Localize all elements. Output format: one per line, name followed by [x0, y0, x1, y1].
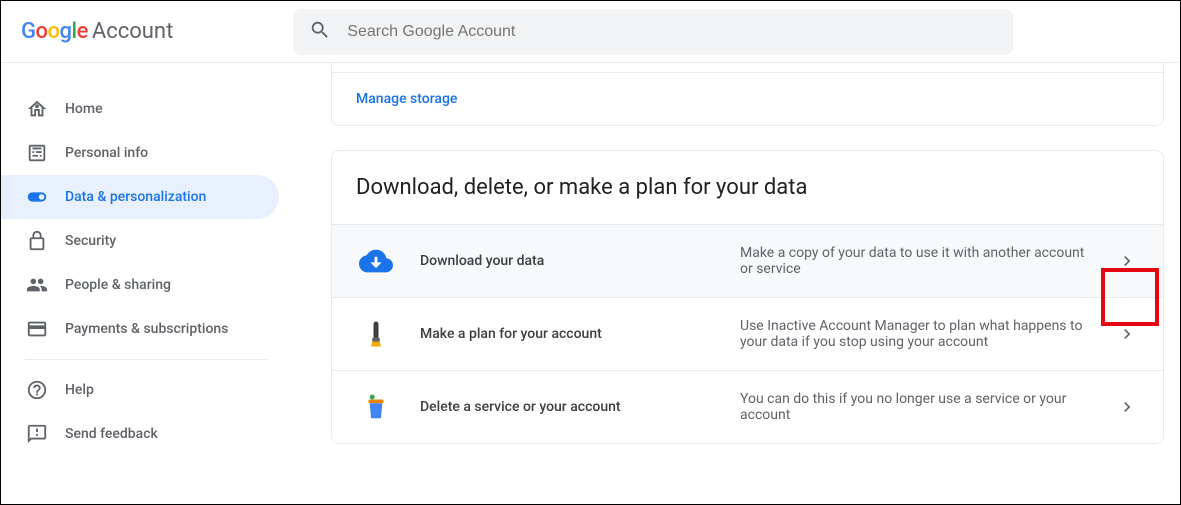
id-card-icon — [25, 141, 49, 165]
sidebar-item-security[interactable]: Security — [1, 219, 279, 263]
main-content: Manage storage Download, delete, or make… — [291, 63, 1180, 504]
people-icon — [25, 273, 49, 297]
trash-icon — [356, 387, 396, 427]
sidebar-item-label: Home — [65, 101, 103, 117]
row-inactive-plan[interactable]: Make a plan for your account Use Inactiv… — [332, 297, 1163, 370]
sidebar: Home Personal info Data & personalizatio… — [1, 63, 291, 504]
search-input[interactable] — [347, 23, 997, 41]
sidebar-item-feedback[interactable]: Send feedback — [1, 412, 279, 456]
row-delete-account[interactable]: Delete a service or your account You can… — [332, 370, 1163, 443]
logo[interactable]: Google Account — [21, 19, 173, 44]
storage-usage-text — [332, 63, 1163, 72]
sidebar-item-people-sharing[interactable]: People & sharing — [1, 263, 279, 307]
search-icon — [309, 19, 347, 45]
row-title: Delete a service or your account — [420, 399, 740, 415]
sidebar-item-label: People & sharing — [65, 277, 171, 293]
product-name: Account — [92, 19, 173, 44]
row-title: Download your data — [420, 253, 740, 269]
row-desc: Use Inactive Account Manager to plan wha… — [740, 318, 1115, 350]
sidebar-item-label: Help — [65, 382, 94, 398]
row-desc: You can do this if you no longer use a s… — [740, 391, 1115, 423]
chevron-right-icon — [1115, 322, 1139, 346]
data-plan-card: Download, delete, or make a plan for you… — [331, 150, 1164, 444]
sidebar-item-label: Data & personalization — [65, 189, 206, 205]
row-download-data[interactable]: Download your data Make a copy of your d… — [332, 224, 1163, 297]
feedback-icon — [25, 422, 49, 446]
sidebar-item-label: Security — [65, 233, 116, 249]
search-bar[interactable] — [293, 9, 1013, 55]
toggle-icon — [25, 185, 49, 209]
manage-storage-link[interactable]: Manage storage — [332, 72, 1163, 125]
row-desc: Make a copy of your data to use it with … — [740, 245, 1115, 277]
sidebar-item-help[interactable]: Help — [1, 368, 279, 412]
sidebar-item-data-personalization[interactable]: Data & personalization — [1, 175, 279, 219]
card-icon — [25, 317, 49, 341]
google-logo: Google — [21, 19, 88, 44]
sidebar-item-label: Send feedback — [65, 426, 158, 442]
plug-icon — [356, 314, 396, 354]
sidebar-item-label: Payments & subscriptions — [65, 321, 228, 337]
sidebar-item-label: Personal info — [65, 145, 148, 161]
sidebar-item-personal-info[interactable]: Personal info — [1, 131, 279, 175]
storage-card: Manage storage — [331, 63, 1164, 126]
download-cloud-icon — [356, 241, 396, 281]
chevron-right-icon — [1115, 395, 1139, 419]
sidebar-item-payments[interactable]: Payments & subscriptions — [1, 307, 279, 351]
row-title: Make a plan for your account — [420, 326, 740, 342]
home-icon — [25, 97, 49, 121]
help-icon — [25, 378, 49, 402]
chevron-right-icon — [1115, 249, 1139, 273]
lock-icon — [25, 229, 49, 253]
header: Google Account — [1, 1, 1180, 63]
section-title: Download, delete, or make a plan for you… — [332, 151, 1163, 224]
divider — [25, 359, 267, 360]
sidebar-item-home[interactable]: Home — [1, 87, 279, 131]
